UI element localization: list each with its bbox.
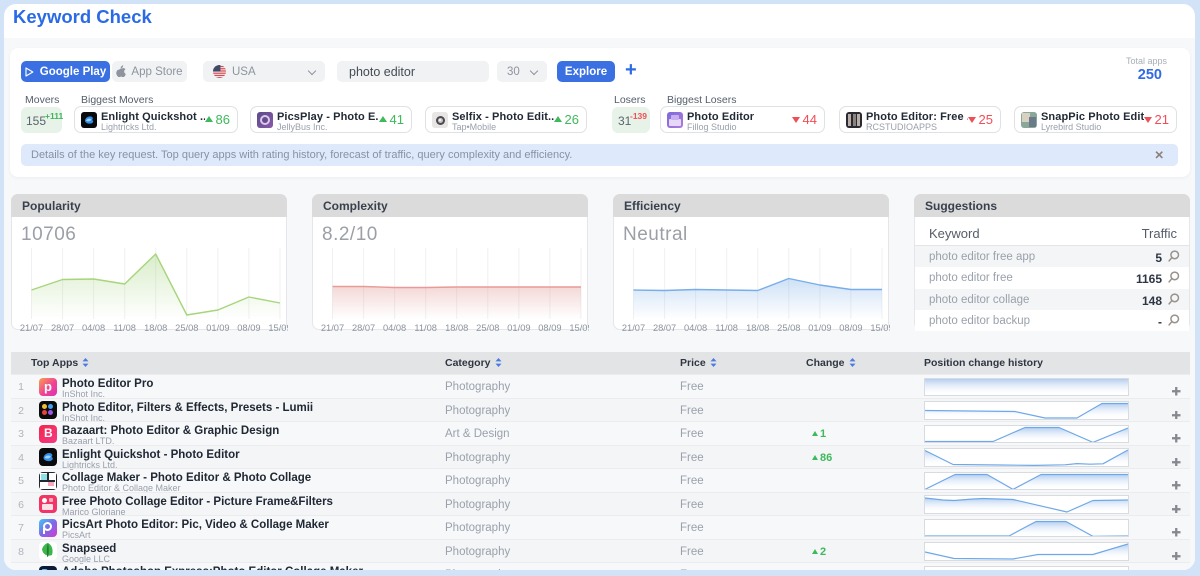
svg-text:18/08: 18/08 <box>445 323 468 333</box>
svg-text:21/07: 21/07 <box>622 323 645 333</box>
svg-text:08/09: 08/09 <box>538 323 561 333</box>
svg-text:01/09: 01/09 <box>507 323 530 333</box>
svg-text:04/08: 04/08 <box>684 323 707 333</box>
svg-text:08/09: 08/09 <box>237 323 260 333</box>
svg-text:11/08: 11/08 <box>414 323 437 333</box>
svg-text:18/08: 18/08 <box>144 323 167 333</box>
svg-text:04/08: 04/08 <box>383 323 406 333</box>
svg-text:08/09: 08/09 <box>839 323 862 333</box>
svg-text:21/07: 21/07 <box>20 323 43 333</box>
svg-text:15/09: 15/09 <box>569 323 589 333</box>
svg-text:01/09: 01/09 <box>808 323 831 333</box>
svg-text:28/07: 28/07 <box>653 323 676 333</box>
svg-text:15/09: 15/09 <box>268 323 288 333</box>
svg-text:04/08: 04/08 <box>82 323 105 333</box>
svg-text:28/07: 28/07 <box>352 323 375 333</box>
svg-text:21/07: 21/07 <box>321 323 344 333</box>
svg-text:18/08: 18/08 <box>746 323 769 333</box>
svg-text:25/08: 25/08 <box>777 323 800 333</box>
svg-text:25/08: 25/08 <box>476 323 499 333</box>
svg-text:15/09: 15/09 <box>870 323 890 333</box>
svg-text:01/09: 01/09 <box>206 323 229 333</box>
svg-text:11/08: 11/08 <box>715 323 738 333</box>
svg-text:28/07: 28/07 <box>51 323 74 333</box>
svg-text:11/08: 11/08 <box>113 323 136 333</box>
svg-text:25/08: 25/08 <box>175 323 198 333</box>
